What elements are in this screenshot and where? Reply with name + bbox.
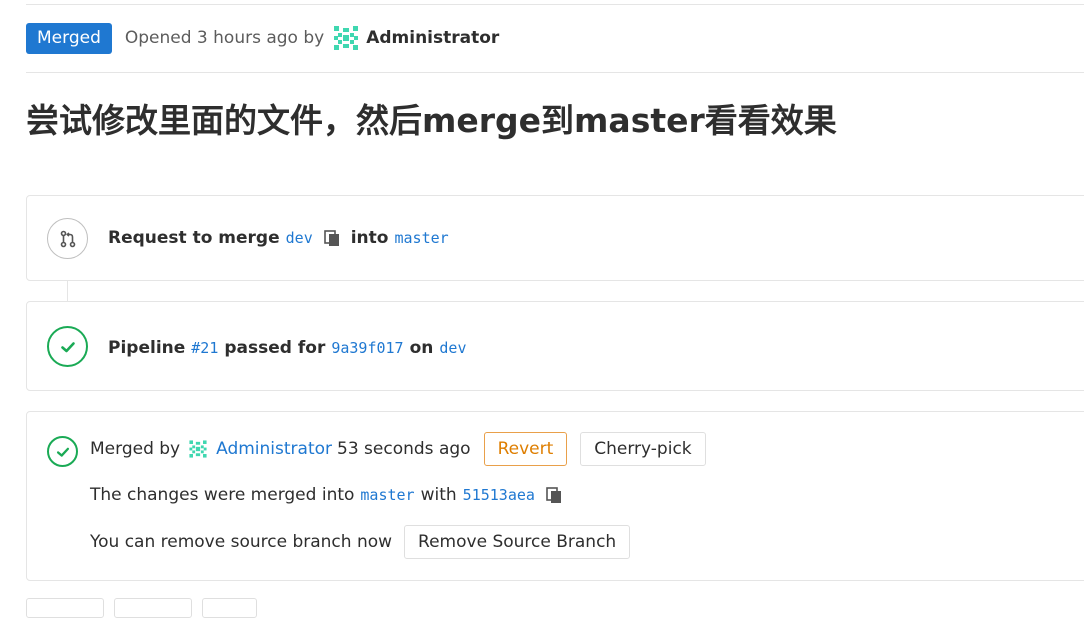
merge-request-icon: [47, 218, 88, 259]
bottom-button-1[interactable]: [26, 598, 104, 618]
merged-widget: Merged by Administrator 53 seconds ago R…: [26, 411, 1084, 581]
target-branch-link[interactable]: master: [394, 229, 448, 247]
merged-by-author-link[interactable]: Administrator: [216, 439, 332, 459]
commit-link[interactable]: 9a39f017: [331, 339, 403, 357]
pipeline-number-link[interactable]: #21: [191, 339, 218, 357]
pipeline-branch-link[interactable]: dev: [439, 339, 466, 357]
revert-button[interactable]: Revert: [483, 432, 568, 466]
status-badge: Merged: [26, 22, 112, 54]
timeline-connector: [67, 281, 68, 301]
merge-request-line: Request to merge dev into master: [108, 228, 449, 248]
bottom-button-3[interactable]: [202, 598, 257, 618]
merged-check-icon: [47, 436, 78, 467]
page-title: 尝试修改里面的文件，然后merge到master看看效果: [26, 101, 837, 140]
merged-into-line: The changes were merged into master with…: [90, 485, 563, 505]
source-branch-link[interactable]: dev: [286, 229, 313, 247]
remove-branch-text: You can remove source branch now: [90, 532, 393, 552]
remove-source-branch-button[interactable]: Remove Source Branch: [404, 525, 631, 559]
into-label: into: [350, 228, 389, 248]
merged-time: 53 seconds ago: [337, 439, 471, 459]
bottom-button-2[interactable]: [114, 598, 192, 618]
avatar[interactable]: [332, 24, 360, 52]
header-divider: [26, 72, 1084, 73]
author-link[interactable]: Administrator: [366, 28, 499, 48]
pipeline-label: Pipeline: [108, 338, 186, 358]
merged-by-avatar[interactable]: [188, 439, 208, 459]
merged-target-branch-link[interactable]: master: [360, 486, 414, 504]
cherry-pick-button[interactable]: Cherry-pick: [580, 432, 706, 466]
on-label: on: [409, 338, 434, 358]
remove-branch-line: You can remove source branch now Remove …: [90, 525, 631, 559]
copy-icon[interactable]: [323, 229, 341, 247]
mr-header: Merged Opened 3 hours ago by Administrat…: [26, 22, 499, 54]
check-circle-icon[interactable]: [47, 326, 88, 367]
merge-request-card: Request to merge dev into master: [26, 195, 1084, 281]
top-divider: [26, 4, 1084, 5]
changes-merged-text: The changes were merged into: [90, 485, 355, 505]
merged-by-line: Merged by Administrator 53 seconds ago R…: [90, 432, 706, 466]
request-to-merge-label: Request to merge: [108, 228, 280, 248]
with-label: with: [420, 485, 457, 505]
merged-by-label: Merged by: [90, 439, 181, 459]
pipeline-card: Pipeline #21 passed for 9a39f017 on dev: [26, 301, 1084, 391]
pipeline-line: Pipeline #21 passed for 9a39f017 on dev: [108, 338, 466, 358]
copy-commit-icon[interactable]: [545, 486, 563, 504]
opened-text: Opened 3 hours ago by: [124, 28, 325, 48]
merge-commit-link[interactable]: 51513aea: [463, 486, 535, 504]
passed-for-label: passed for: [224, 338, 326, 358]
